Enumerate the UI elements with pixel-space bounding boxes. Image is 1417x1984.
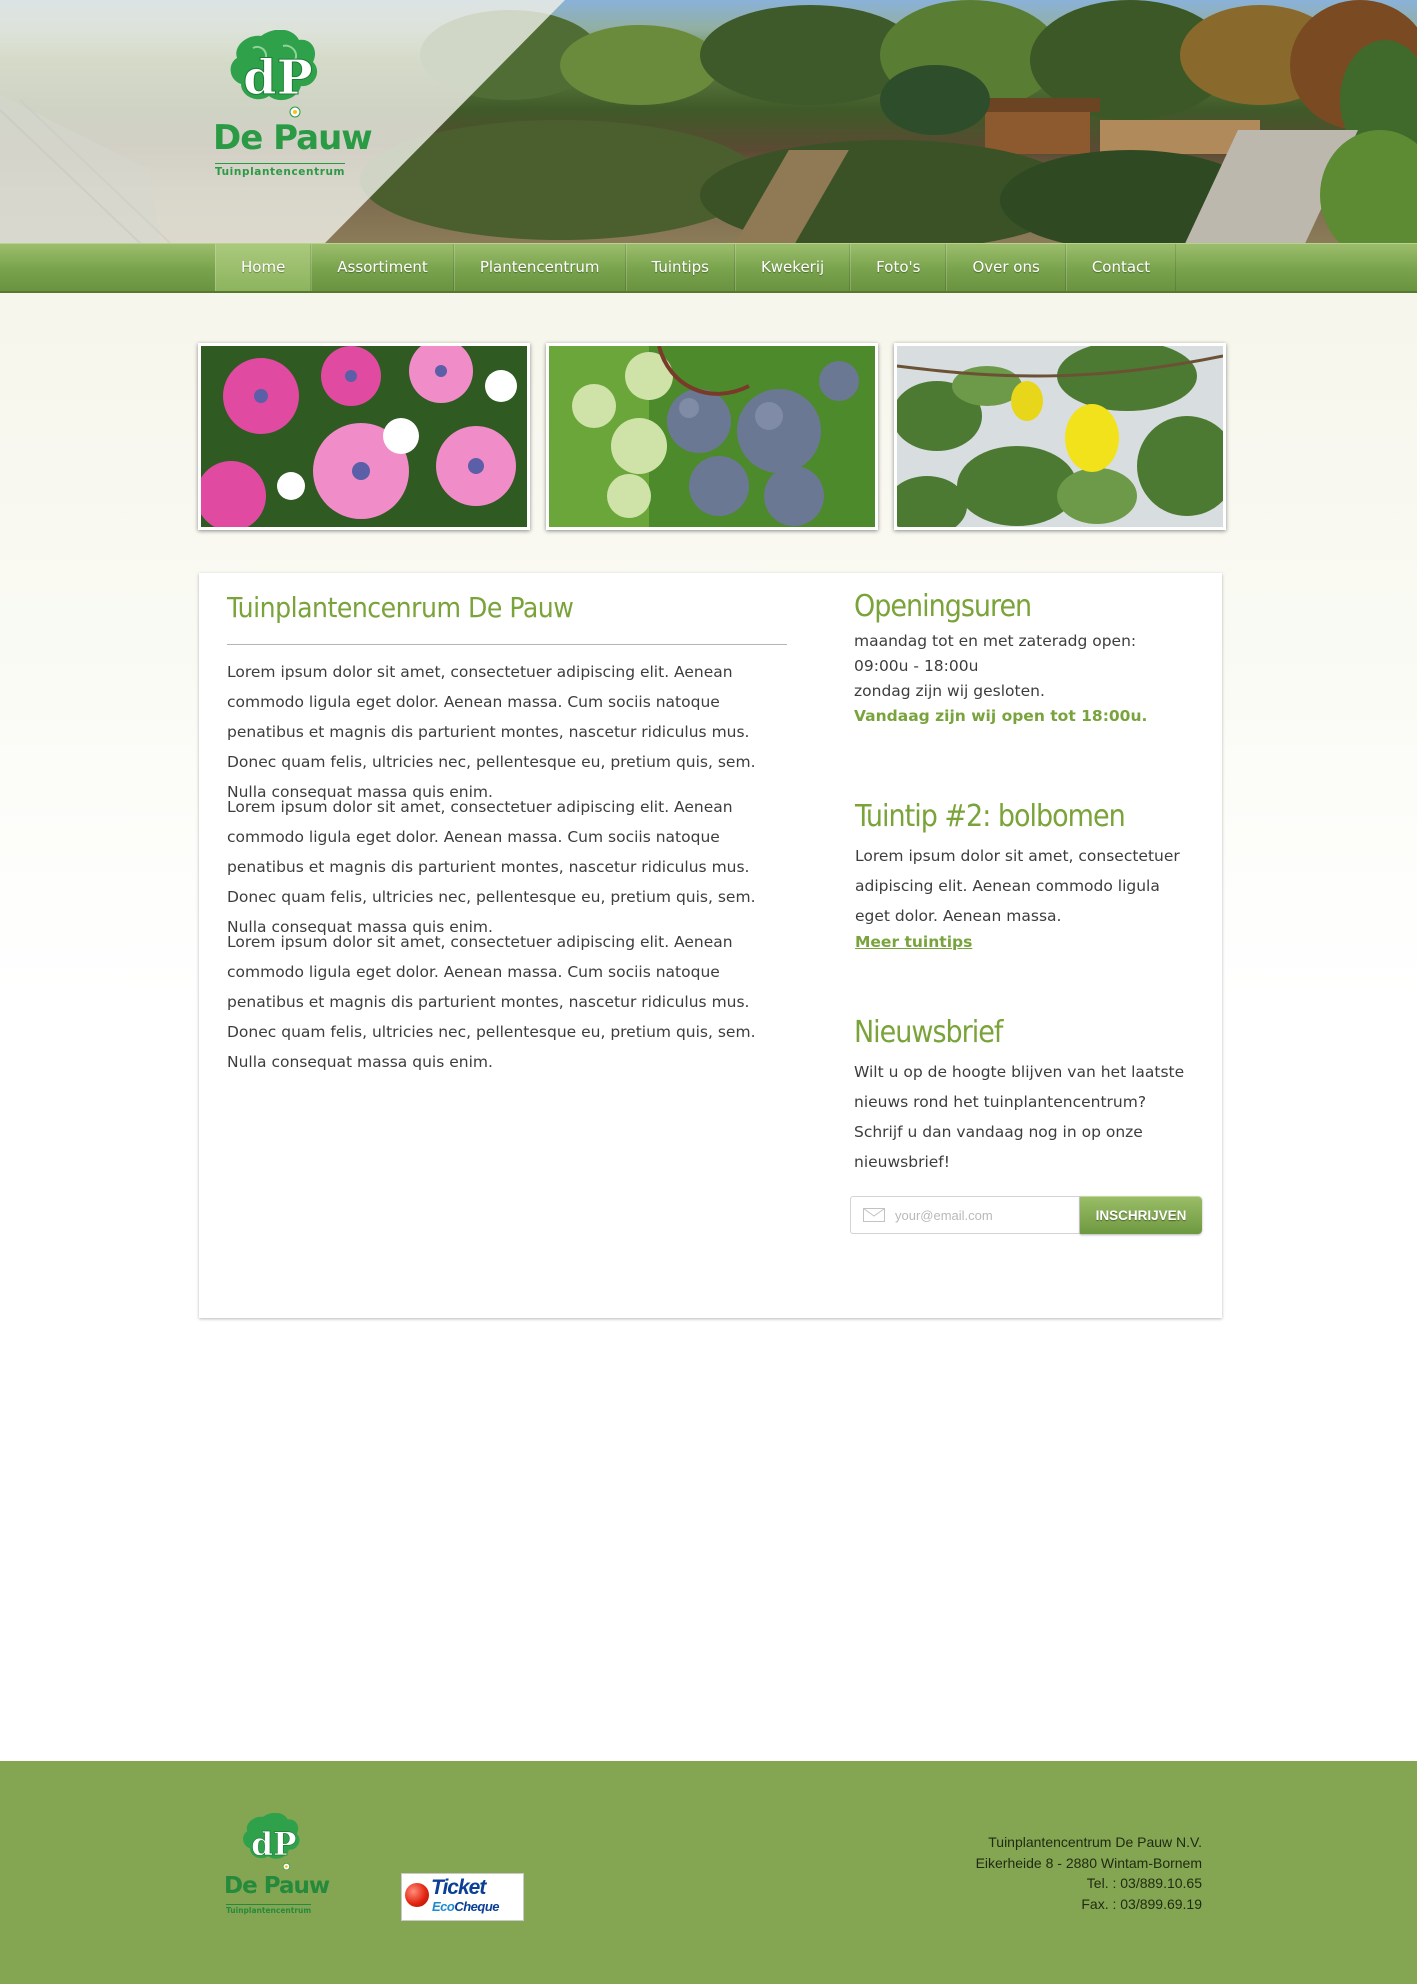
footer-tree-logo-icon: dP — [243, 1812, 300, 1871]
nav-item-home[interactable]: Home — [215, 244, 312, 291]
nav-item-assortiment[interactable]: Assortiment — [311, 244, 454, 291]
footer: dP De Pauw Tuinplantencentrum Ticket Eco… — [0, 1761, 1417, 1984]
hours-line-1: maandag tot en met zateradg open: — [854, 632, 1137, 650]
hours-line-3: zondag zijn wij gesloten. — [854, 682, 1045, 700]
hours-today: Vandaag zijn wij open tot 18:00u. — [854, 707, 1148, 725]
newsletter-title: Nieuwsbrief — [854, 1015, 1003, 1050]
title-divider — [227, 644, 787, 645]
hours-title: Openingsuren — [854, 589, 1032, 624]
blueberries-photo[interactable] — [546, 343, 878, 530]
ticket-sub: EcoCheque — [432, 1899, 500, 1914]
intro-paragraph-1: Lorem ipsum dolor sit amet, consectetuer… — [227, 663, 756, 801]
flowers-photo[interactable] — [198, 343, 530, 530]
subscribe-button[interactable]: INSCHRIJVEN — [1080, 1196, 1202, 1234]
header-banner: dP De Pauw Tuinplantencentrum — [0, 0, 1417, 243]
newsletter-form: INSCHRIJVEN — [850, 1196, 1202, 1234]
ticket-ecocheque-logo[interactable]: Ticket EcoCheque — [401, 1873, 524, 1921]
tip-text: Lorem ipsum dolor sit amet, consectetuer… — [855, 847, 1180, 925]
svg-text:dP: dP — [251, 1827, 296, 1863]
envelope-icon — [863, 1208, 885, 1222]
footer-logo-tagline: Tuinplantencentrum — [226, 1904, 312, 1915]
logo-tagline: Tuinplantencentrum — [215, 163, 345, 178]
hours-block: maandag tot en met zateradg open: 09:00u… — [854, 629, 1199, 729]
tip-link-wrap: Meer tuintips — [855, 933, 1200, 951]
nav-item-plantencentrum[interactable]: Plantencentrum — [453, 244, 626, 291]
ticket-word: Ticket — [431, 1876, 486, 1899]
tree-logo-icon: dP — [230, 29, 318, 118]
footer-company: Tuinplantencentrum De Pauw N.V. — [988, 1834, 1202, 1850]
hours-line-2: 09:00u - 18:00u — [854, 657, 979, 675]
email-input[interactable] — [895, 1205, 1071, 1225]
site-logo[interactable]: dP De Pauw Tuinplantencentrum — [213, 29, 373, 180]
footer-fax: Fax. : 03/899.69.19 — [1081, 1895, 1202, 1912]
main-navigation: Home Assortiment Plantencentrum Tuintips… — [0, 243, 1417, 293]
nav-item-fotos[interactable]: Foto's — [850, 244, 947, 291]
intro-paragraph-2: Lorem ipsum dolor sit amet, consectetuer… — [227, 798, 756, 936]
footer-logo[interactable]: dP De Pauw Tuinplantencentrum — [224, 1812, 330, 1923]
more-tips-link[interactable]: Meer tuintips — [855, 933, 972, 951]
email-field[interactable] — [850, 1196, 1080, 1234]
footer-logo-name: De Pauw — [224, 1873, 330, 1899]
nav-item-tuintips[interactable]: Tuintips — [625, 244, 735, 291]
quince-photo[interactable] — [894, 343, 1226, 530]
svg-text:dP: dP — [243, 50, 313, 106]
ticket-sub-cheque: Cheque — [454, 1899, 500, 1914]
nav-item-over-ons[interactable]: Over ons — [946, 244, 1066, 291]
ticket-ball-icon — [405, 1883, 429, 1907]
content-box: Tuinplantencenrum De Pauw Lorem ipsum do… — [199, 573, 1222, 1318]
ticket-sub-eco: Eco — [432, 1899, 455, 1914]
page-title: Tuinplantencenrum De Pauw — [227, 591, 574, 624]
nav-item-kwekerij[interactable]: Kwekerij — [734, 244, 851, 291]
newsletter-text: Wilt u op de hoogte blijven van het laat… — [854, 1063, 1185, 1171]
intro-paragraph-3: Lorem ipsum dolor sit amet, consectetuer… — [227, 933, 756, 1071]
tip-title: Tuintip #2: bolbomen — [855, 799, 1126, 834]
nav-item-contact[interactable]: Contact — [1065, 244, 1177, 291]
footer-address: Tuinplantencentrum De Pauw N.V. Eikerhei… — [976, 1832, 1202, 1914]
footer-street: Eikerheide 8 - 2880 Wintam-Bornem — [975, 1854, 1202, 1871]
logo-name: De Pauw — [213, 118, 373, 158]
footer-tel: Tel. : 03/889.10.65 — [1086, 1875, 1202, 1891]
